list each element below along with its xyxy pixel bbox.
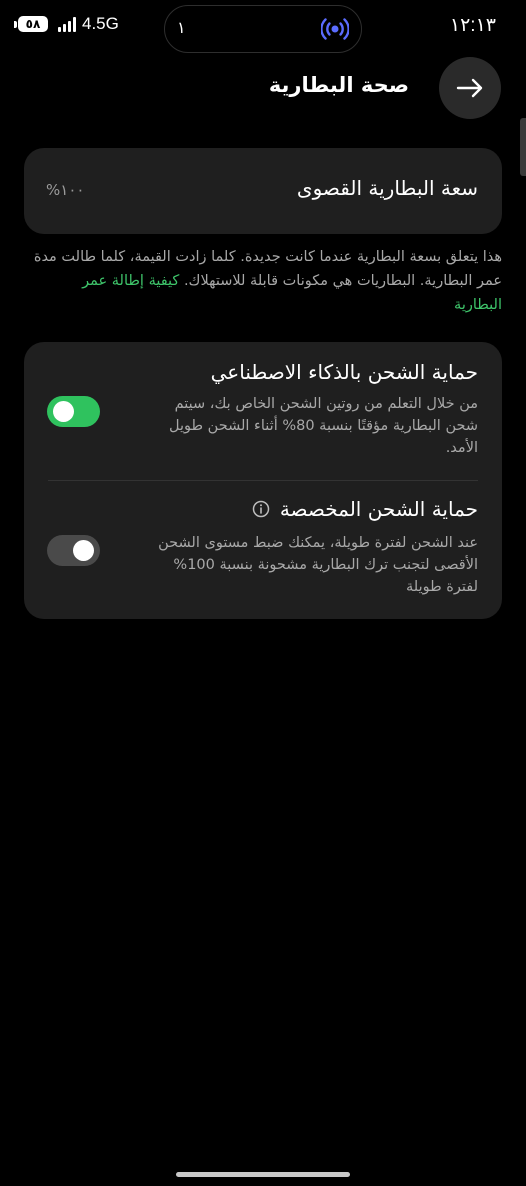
broadcast-icon <box>321 18 349 40</box>
charging-protection-card: حماية الشحن بالذكاء الاصطناعي من خلال ال… <box>24 342 502 619</box>
max-capacity-label: سعة البطارية القصوى <box>296 176 478 200</box>
toggle-knob <box>53 401 74 422</box>
max-capacity-card: سعة البطارية القصوى ١٠٠% <box>24 148 502 234</box>
ai-protection-title-text: حماية الشحن بالذكاء الاصطناعي <box>210 360 478 384</box>
battery-level: ٥٨ <box>18 16 48 32</box>
custom-protection-description: عند الشحن لفترة طويلة، يمكنك ضبط مستوى ا… <box>158 535 478 595</box>
arrow-right-icon <box>456 78 483 98</box>
max-capacity-value: ١٠٠% <box>46 181 85 199</box>
network-type: 4.5G <box>82 14 119 33</box>
ai-protection-description: من خلال التعلم من روتين الشحن الخاص بك، … <box>169 396 478 456</box>
dynamic-island[interactable]: ١ <box>164 5 362 53</box>
custom-protection-title: حماية الشحن المخصصة <box>252 497 478 521</box>
signal-icon <box>58 16 76 32</box>
status-bar: ٥٨ 4.5G ١ ١٢:١٣ <box>0 0 526 56</box>
custom-protection-toggle[interactable] <box>47 535 100 566</box>
page-title: صحة البطارية <box>268 73 409 97</box>
info-icon[interactable] <box>252 500 270 518</box>
battery-health-screen: ٥٨ 4.5G ١ ١٢:١٣ صحة البطارية سعة البطاري… <box>0 0 526 1186</box>
status-time: ١٢:١٣ <box>449 15 496 36</box>
status-left: ٥٨ 4.5G <box>14 14 119 34</box>
home-indicator[interactable] <box>176 1172 350 1177</box>
battery-icon: ٥٨ <box>14 16 48 32</box>
ai-protection-title: حماية الشحن بالذكاء الاصطناعي <box>211 360 478 384</box>
toggle-knob <box>73 540 94 561</box>
pill-text: ١ <box>177 18 186 37</box>
custom-protection-title-text: حماية الشحن المخصصة <box>279 497 478 521</box>
capacity-description: هذا يتعلق بسعة البطارية عندما كانت جديدة… <box>32 245 502 317</box>
custom-charging-protection-row[interactable]: حماية الشحن المخصصة عند الشحن لفترة طويل… <box>24 481 502 619</box>
battery-tip <box>14 20 17 28</box>
ai-charging-protection-row[interactable]: حماية الشحن بالذكاء الاصطناعي من خلال ال… <box>24 342 502 480</box>
back-button[interactable] <box>439 57 501 119</box>
ai-protection-toggle[interactable] <box>47 396 100 427</box>
edge-panel-handle[interactable] <box>520 118 526 176</box>
